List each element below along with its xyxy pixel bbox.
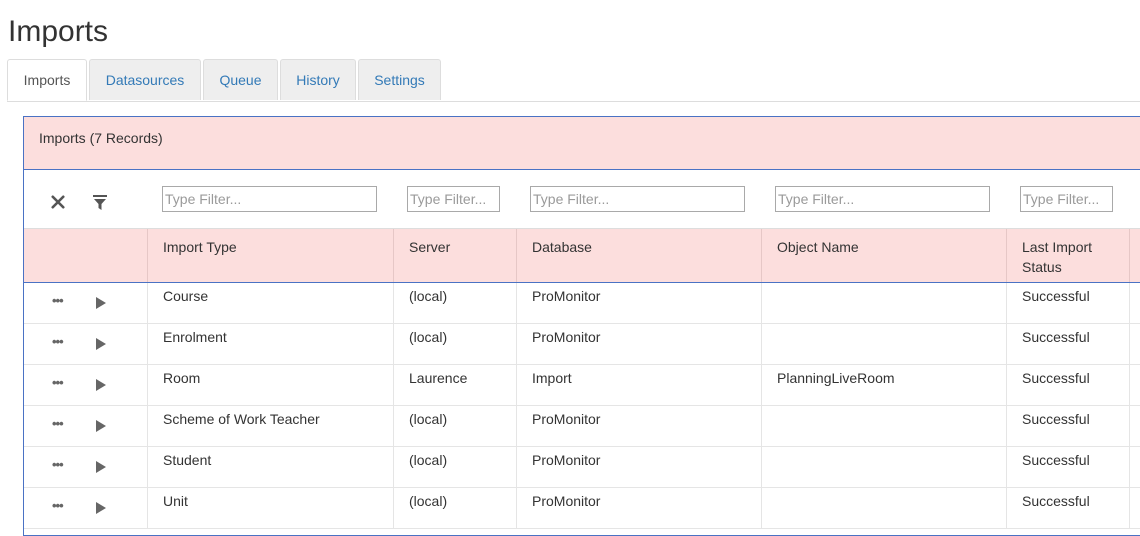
cell-object-name <box>761 447 1006 488</box>
table-row: ••• Scheme of Work Teacher (local) ProMonit… <box>24 406 1140 447</box>
cell-object-name: PlanningLiveRoom <box>761 365 1006 406</box>
column-header-import-type[interactable]: Import Type <box>147 229 393 282</box>
imports-panel: Imports (7 Records) Import Type Server D… <box>23 116 1140 536</box>
cell-import-type: Room <box>147 365 393 406</box>
table-header: Import Type Server Database Object Name … <box>24 228 1140 283</box>
more-options-icon[interactable]: ••• <box>52 458 64 471</box>
cell-database: Import <box>516 365 761 406</box>
column-header-server[interactable]: Server <box>393 229 516 282</box>
cell-import-type: Scheme of Work Teacher <box>147 406 393 447</box>
filter-import-type-input[interactable] <box>162 186 377 212</box>
cell-status: Successful <box>1006 283 1129 324</box>
cell-server: (local) <box>393 447 516 488</box>
tab-settings[interactable]: Settings <box>358 59 441 100</box>
cell-import-type: Student <box>147 447 393 488</box>
run-import-play-icon[interactable] <box>96 420 106 432</box>
cell-extra <box>1129 283 1140 324</box>
cell-status: Successful <box>1006 365 1129 406</box>
more-options-icon[interactable]: ••• <box>52 417 64 430</box>
cell-object-name <box>761 406 1006 447</box>
run-import-play-icon[interactable] <box>96 338 106 350</box>
run-import-play-icon[interactable] <box>96 379 106 391</box>
cell-object-name <box>761 283 1006 324</box>
filter-database-input[interactable] <box>530 186 745 212</box>
panel-heading: Imports (7 Records) <box>24 117 1140 170</box>
cell-extra <box>1129 447 1140 488</box>
cell-status: Successful <box>1006 406 1129 447</box>
cell-database: ProMonitor <box>516 324 761 365</box>
cell-server: (local) <box>393 488 516 529</box>
table-row: ••• Enrolment (local) ProMonitor Successful <box>24 324 1140 365</box>
cell-server: Laurence <box>393 365 516 406</box>
table-row: ••• Room Laurence Import PlanningLiveRoom Suc… <box>24 365 1140 406</box>
tab-history[interactable]: History <box>280 59 356 100</box>
more-options-icon[interactable]: ••• <box>52 294 64 307</box>
cell-import-type: Course <box>147 283 393 324</box>
cell-server: (local) <box>393 283 516 324</box>
cell-server: (local) <box>393 324 516 365</box>
filter-funnel-icon[interactable] <box>93 195 107 211</box>
cell-object-name <box>761 488 1006 529</box>
cell-extra <box>1129 406 1140 447</box>
cell-database: ProMonitor <box>516 447 761 488</box>
clear-x-icon[interactable] <box>51 195 65 209</box>
tab-bar: Imports Datasources Queue History Settin… <box>7 59 1140 102</box>
more-options-icon[interactable]: ••• <box>52 376 64 389</box>
tab-imports[interactable]: Imports <box>7 59 87 101</box>
more-options-icon[interactable]: ••• <box>52 499 64 512</box>
tab-datasources[interactable]: Datasources <box>89 59 201 100</box>
tab-queue[interactable]: Queue <box>203 59 278 100</box>
cell-extra <box>1129 365 1140 406</box>
filter-status-input[interactable] <box>1020 186 1113 212</box>
column-header-extra <box>1129 229 1140 282</box>
cell-object-name <box>761 324 1006 365</box>
table-row: ••• Student (local) ProMonitor Successful <box>24 447 1140 488</box>
table-row: ••• Unit (local) ProMonitor Successful <box>24 488 1140 529</box>
filter-object-name-input[interactable] <box>775 186 990 212</box>
filter-row <box>24 170 1140 228</box>
cell-status: Successful <box>1006 324 1129 365</box>
cell-server: (local) <box>393 406 516 447</box>
filter-server-input[interactable] <box>407 186 500 212</box>
cell-status: Successful <box>1006 447 1129 488</box>
panel-title: Imports (7 Records) <box>39 130 163 146</box>
more-options-icon[interactable]: ••• <box>52 335 64 348</box>
cell-extra <box>1129 488 1140 529</box>
column-header-last-import-status[interactable]: Last Import Status <box>1006 229 1129 282</box>
run-import-play-icon[interactable] <box>96 461 106 473</box>
cell-import-type: Enrolment <box>147 324 393 365</box>
cell-status: Successful <box>1006 488 1129 529</box>
page-title: Imports <box>8 15 109 48</box>
run-import-play-icon[interactable] <box>96 502 106 514</box>
run-import-play-icon[interactable] <box>96 297 106 309</box>
cell-database: ProMonitor <box>516 406 761 447</box>
column-header-database[interactable]: Database <box>516 229 761 282</box>
cell-extra <box>1129 324 1140 365</box>
table-row: ••• Course (local) ProMonitor Successful <box>24 283 1140 324</box>
cell-database: ProMonitor <box>516 488 761 529</box>
cell-import-type: Unit <box>147 488 393 529</box>
cell-database: ProMonitor <box>516 283 761 324</box>
column-header-object-name[interactable]: Object Name <box>761 229 1006 282</box>
